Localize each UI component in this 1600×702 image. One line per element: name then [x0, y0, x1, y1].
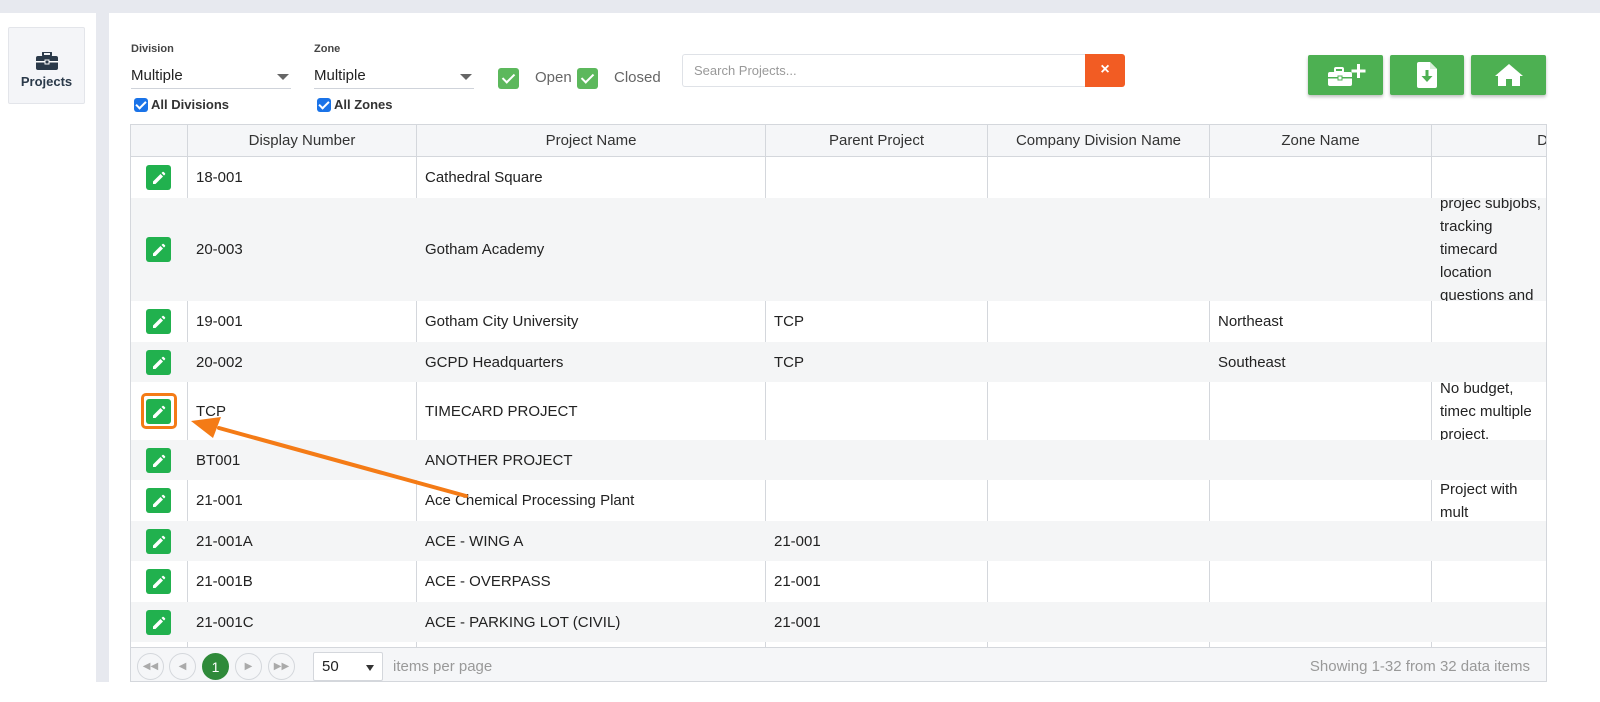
- bottom-strip: [96, 682, 1600, 702]
- briefcase-icon: [35, 52, 58, 70]
- left-nav: Projects: [0, 13, 96, 702]
- top-strip: [0, 0, 1600, 13]
- nav-item-projects[interactable]: Projects: [8, 27, 85, 104]
- gutter: [96, 13, 109, 702]
- main-panel: Division Multiple All Divisions Zone Mul…: [109, 13, 1600, 682]
- nav-item-label: Projects: [20, 74, 73, 89]
- annotation-arrow: [191, 417, 468, 498]
